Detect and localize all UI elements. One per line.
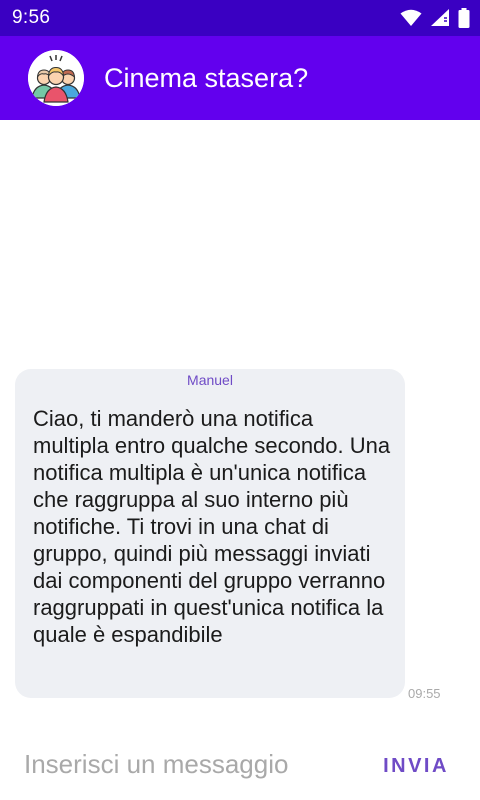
- cellular-signal-icon: [430, 9, 450, 27]
- send-button[interactable]: INVIA: [372, 746, 460, 786]
- app-bar: Cinema stasera?: [0, 36, 480, 120]
- message-sender: Manuel: [187, 372, 233, 388]
- status-time: 9:56: [12, 7, 51, 28]
- message-list[interactable]: Manuel Ciao, ti manderò una notifica mul…: [0, 120, 480, 730]
- chat-title: Cinema stasera?: [104, 63, 309, 93]
- status-bar: 9:56: [0, 0, 480, 36]
- message-text: Ciao, ti manderò una notifica multipla e…: [33, 406, 391, 647]
- message-bubble[interactable]: Manuel Ciao, ti manderò una notifica mul…: [15, 369, 405, 698]
- message-timestamp: 09:55: [408, 686, 441, 701]
- wifi-icon: [400, 9, 422, 27]
- message-composer: INVIA: [0, 730, 480, 800]
- battery-icon: [458, 8, 470, 28]
- message-input[interactable]: [14, 742, 364, 786]
- group-avatar-icon[interactable]: [28, 50, 84, 106]
- status-icons: [400, 7, 470, 29]
